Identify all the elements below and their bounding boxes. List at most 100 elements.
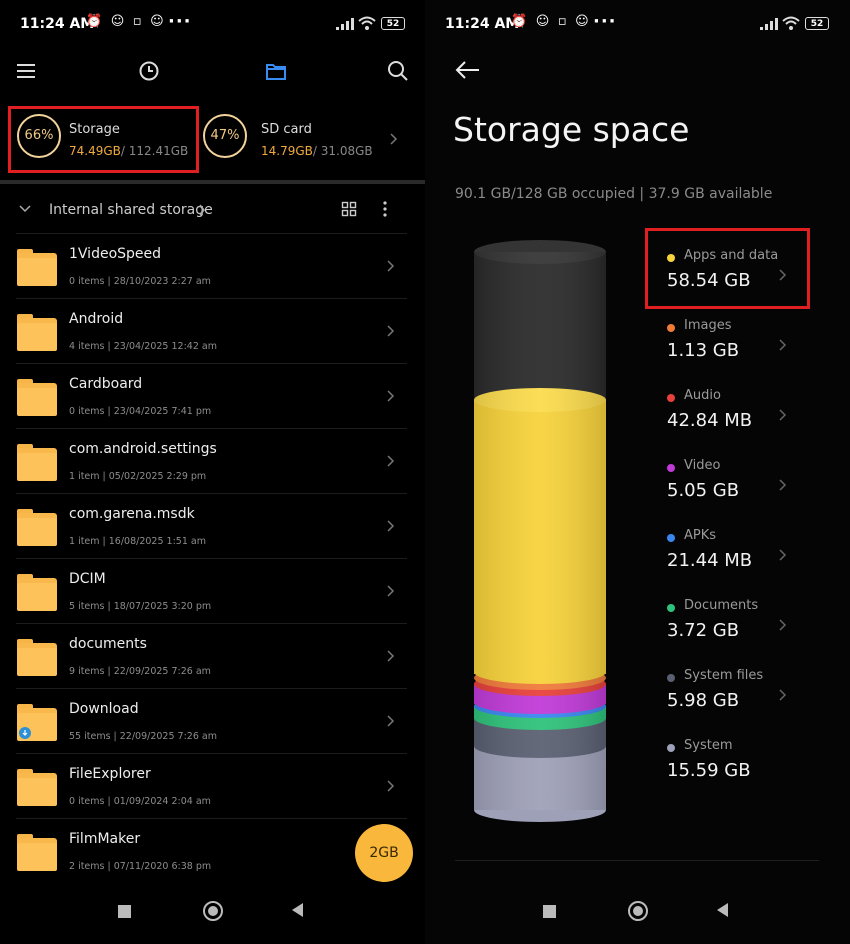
bottom-divider bbox=[455, 860, 819, 861]
breadcrumb: Internal shared storage bbox=[0, 190, 425, 232]
breadcrumb-chevron-icon bbox=[199, 204, 205, 216]
folder-icon bbox=[17, 574, 57, 611]
folder-icon bbox=[17, 314, 57, 351]
folder-row[interactable]: com.android.settings 1 item | 05/02/2025 … bbox=[0, 430, 425, 495]
legend-name: Audio bbox=[684, 388, 721, 403]
system-nav-bar bbox=[0, 892, 425, 944]
legend-value: 1.13 GB bbox=[667, 340, 740, 361]
file-manager-screen: 11:24 AM ⏰ ☺ ▫ ☺ ··· 52 66% Storage 74.4… bbox=[0, 0, 425, 944]
folder-name: DCIM bbox=[69, 571, 106, 587]
breadcrumb-path[interactable]: Internal shared storage bbox=[49, 202, 213, 218]
chevron-right-icon bbox=[387, 585, 395, 597]
chevron-right-icon bbox=[779, 479, 787, 491]
legend-name: Video bbox=[684, 458, 721, 473]
storage-space-screen: 11:24 AM ⏰ ☺ ▫ ☺ ··· 52 Storage space 90… bbox=[425, 0, 850, 944]
collapse-chevron-down-icon[interactable] bbox=[18, 204, 32, 214]
legend-dot bbox=[667, 534, 675, 542]
notification-icons: ⏰ ☺ ▫ ☺ bbox=[511, 14, 591, 29]
folder-row[interactable]: FileExplorer 0 items | 01/09/2024 2:04 am bbox=[0, 755, 425, 820]
folder-meta: 5 items | 18/07/2025 3:20 pm bbox=[69, 601, 212, 612]
back-arrow-icon[interactable] bbox=[455, 60, 481, 80]
folder-row[interactable]: documents 9 items | 22/09/2025 7:26 am bbox=[0, 625, 425, 690]
recent-clock-icon[interactable] bbox=[136, 58, 162, 84]
folder-row[interactable]: DCIM 5 items | 18/07/2025 3:20 pm bbox=[0, 560, 425, 625]
chevron-right-icon bbox=[387, 390, 395, 402]
cleanup-fab-button[interactable]: 2GB bbox=[355, 824, 413, 882]
legend-apks[interactable]: APKs 21.44 MB bbox=[665, 522, 815, 592]
folder-row[interactable]: Android 4 items | 23/04/2025 12:42 am bbox=[0, 300, 425, 365]
legend-value: 3.72 GB bbox=[667, 620, 740, 641]
folder-meta: 9 items | 22/09/2025 7:26 am bbox=[69, 666, 211, 677]
status-bar: 11:24 AM ⏰ ☺ ▫ ☺ ··· 52 bbox=[425, 0, 850, 50]
legend-value: 5.98 GB bbox=[667, 690, 740, 711]
sd-card-title: SD card bbox=[261, 122, 312, 137]
sd-used: 14.79GB bbox=[261, 144, 313, 158]
chevron-right-icon bbox=[387, 325, 395, 337]
legend-value: 5.05 GB bbox=[667, 480, 740, 501]
legend-value: 21.44 MB bbox=[667, 550, 753, 571]
chevron-right-icon bbox=[779, 339, 787, 351]
apps-and-data-highlight bbox=[645, 228, 810, 309]
system-nav-bar bbox=[425, 892, 850, 944]
folder-tab-icon[interactable] bbox=[263, 58, 289, 84]
folder-row[interactable]: Download 55 items | 22/09/2025 7:26 am bbox=[0, 690, 425, 755]
home-circle-icon[interactable] bbox=[203, 901, 223, 921]
storage-card-highlight bbox=[8, 106, 199, 173]
legend-name: Documents bbox=[684, 598, 759, 613]
sd-card-storage-card[interactable]: 47% SD card 14.79GB/ 31.08GB bbox=[197, 104, 397, 174]
legend-video[interactable]: Video 5.05 GB bbox=[665, 452, 815, 522]
legend-dot bbox=[667, 674, 675, 682]
folder-icon bbox=[17, 379, 57, 416]
status-time: 11:24 AM bbox=[20, 16, 95, 32]
home-circle-icon[interactable] bbox=[628, 901, 648, 921]
chevron-right-icon bbox=[387, 455, 395, 467]
legend-dot bbox=[667, 604, 675, 612]
row-divider bbox=[16, 233, 407, 234]
legend-images[interactable]: Images 1.13 GB bbox=[665, 312, 815, 382]
folder-name: FilmMaker bbox=[69, 831, 141, 847]
chevron-right-icon bbox=[779, 549, 787, 561]
legend-system-files[interactable]: System files 5.98 GB bbox=[665, 662, 815, 732]
chevron-right-icon bbox=[387, 520, 395, 532]
legend-name: System bbox=[684, 738, 733, 753]
folder-name: 1VideoSpeed bbox=[69, 246, 162, 262]
recents-square-icon[interactable] bbox=[118, 905, 131, 918]
storage-cylinder-chart bbox=[474, 240, 606, 822]
legend-documents[interactable]: Documents 3.72 GB bbox=[665, 592, 815, 662]
chevron-right-icon bbox=[387, 650, 395, 662]
legend-name: Images bbox=[684, 318, 732, 333]
wifi-icon bbox=[358, 16, 376, 30]
recents-square-icon[interactable] bbox=[543, 905, 556, 918]
legend-system: System 15.59 GB bbox=[665, 732, 815, 802]
grid-view-icon[interactable] bbox=[341, 201, 357, 217]
folder-row[interactable]: com.garena.msdk 1 item | 16/08/2025 1:51 … bbox=[0, 495, 425, 560]
legend-value: 42.84 MB bbox=[667, 410, 753, 431]
legend-value: 15.59 GB bbox=[667, 760, 751, 781]
folder-name: Download bbox=[69, 701, 139, 717]
folder-row[interactable]: Cardboard 0 items | 23/04/2025 7:41 pm bbox=[0, 365, 425, 430]
folder-name: com.garena.msdk bbox=[69, 506, 195, 522]
legend-dot bbox=[667, 464, 675, 472]
folder-meta: 0 items | 23/04/2025 7:41 pm bbox=[69, 406, 212, 417]
folder-icon bbox=[17, 509, 57, 546]
folder-row[interactable]: 1VideoSpeed 0 items | 28/10/2023 2:27 am bbox=[0, 235, 425, 300]
battery-icon: 52 bbox=[805, 17, 829, 30]
back-triangle-icon[interactable] bbox=[292, 903, 303, 917]
cards-chevron-right-icon[interactable] bbox=[389, 132, 398, 146]
folder-meta: 0 items | 01/09/2024 2:04 am bbox=[69, 796, 211, 807]
folder-icon bbox=[17, 834, 57, 871]
page-title: Storage space bbox=[453, 110, 690, 149]
folder-name: documents bbox=[69, 636, 147, 652]
search-icon[interactable] bbox=[385, 58, 411, 84]
chevron-right-icon bbox=[779, 689, 787, 701]
sd-total: / 31.08GB bbox=[312, 144, 373, 158]
menu-icon[interactable] bbox=[14, 58, 40, 84]
chevron-right-icon bbox=[387, 260, 395, 272]
chevron-right-icon bbox=[387, 715, 395, 727]
folder-meta: 2 items | 07/11/2020 6:38 pm bbox=[69, 861, 212, 872]
folder-name: FileExplorer bbox=[69, 766, 151, 782]
legend-audio[interactable]: Audio 42.84 MB bbox=[665, 382, 815, 452]
back-triangle-icon[interactable] bbox=[717, 903, 728, 917]
folder-name: Android bbox=[69, 311, 124, 327]
more-options-icon[interactable] bbox=[381, 200, 389, 218]
